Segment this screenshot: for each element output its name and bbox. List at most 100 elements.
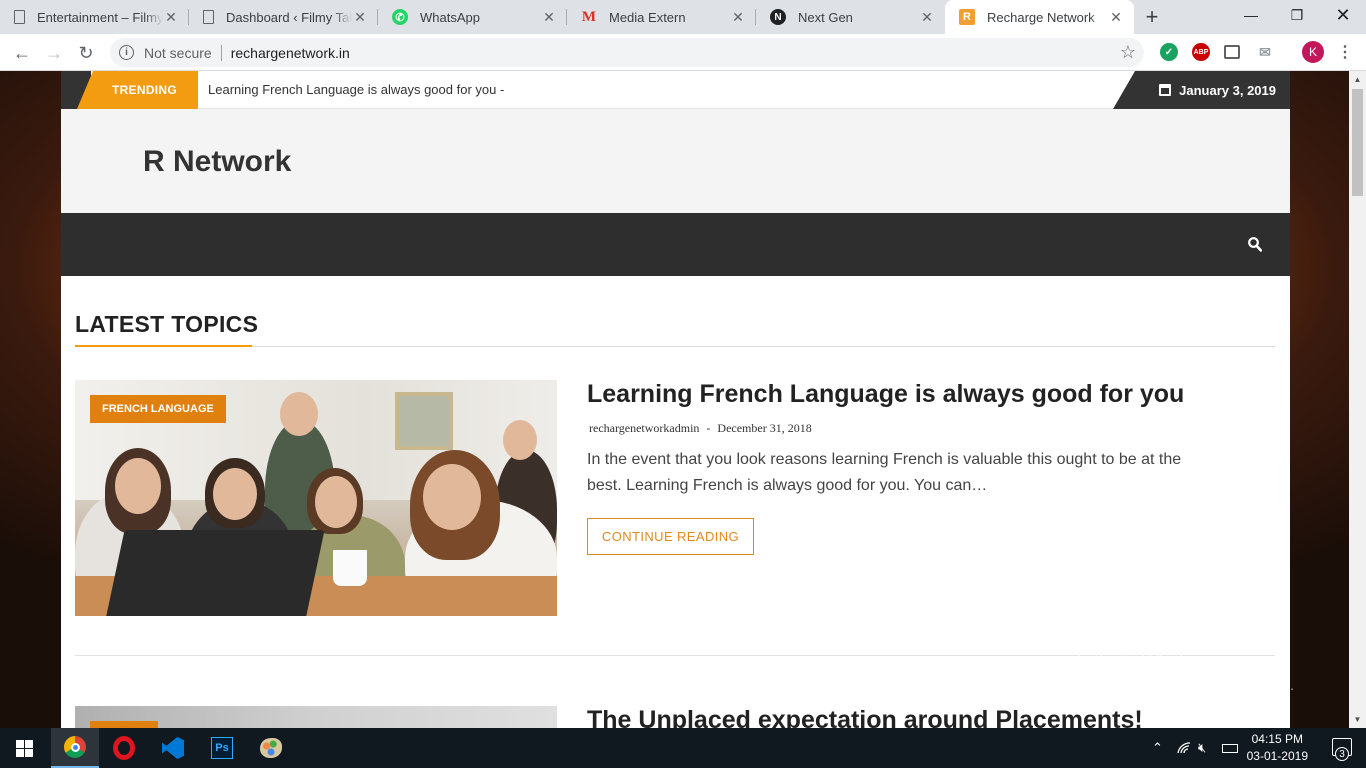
photo-laptop [105, 530, 325, 616]
adblock-icon[interactable]: ABP [1192, 43, 1210, 61]
post-author[interactable]: rechargenetworkadmin [589, 421, 699, 435]
battery-icon[interactable] [1222, 728, 1238, 768]
system-clock[interactable]: 04:15 PM 03-01-2019 [1247, 731, 1308, 765]
post-thumbnail[interactable] [75, 706, 557, 728]
notification-count: 3 [1335, 747, 1349, 761]
tab-title: WhatsApp [420, 9, 480, 25]
tab-title: Entertainment – Filmy Takies [37, 9, 163, 25]
opera-icon [113, 736, 135, 760]
tab-dashboard[interactable]: Dashboard ‹ Filmy Takies ✕ [189, 0, 378, 34]
forward-button[interactable]: → [40, 39, 68, 67]
tab-title: Dashboard ‹ Filmy Takies [226, 9, 352, 25]
new-tab-button[interactable]: + [1134, 0, 1170, 34]
close-icon[interactable]: ✕ [919, 9, 935, 25]
windows-logo-icon [15, 739, 33, 757]
post-meta: rechargenetworkadmin - December 31, 2018 [589, 421, 812, 436]
recharge-network-icon: R [959, 9, 975, 25]
network-icon[interactable] [1176, 728, 1192, 768]
menu-icon[interactable]: ⋮ [1336, 43, 1354, 61]
taskbar-chrome[interactable] [51, 728, 99, 768]
vertical-scrollbar[interactable]: ▲ ▼ [1349, 71, 1366, 728]
taskbar-vscode[interactable] [149, 728, 197, 768]
section-accent-line [75, 345, 252, 347]
close-icon[interactable]: ✕ [541, 9, 557, 25]
security-status: Not secure [144, 44, 212, 61]
url-text[interactable]: rechargenetwork.in [231, 45, 350, 61]
close-icon[interactable]: ✕ [1108, 9, 1124, 25]
watermark-title: Activate Windows [1073, 652, 1216, 672]
screenshot-extension-icon[interactable] [1224, 45, 1240, 59]
post-title[interactable]: Learning French Language is always good … [587, 380, 1184, 409]
close-icon[interactable]: ✕ [163, 9, 179, 25]
tab-recharge-network[interactable]: R Recharge Network ✕ [945, 0, 1134, 34]
photo-person-head [115, 458, 161, 514]
restore-button[interactable]: ❐ [1274, 0, 1320, 30]
category-badge[interactable] [90, 721, 158, 728]
taskbar-photoshop[interactable]: Ps [198, 728, 246, 768]
calendar-icon [1159, 84, 1172, 96]
chrome-icon [64, 736, 86, 758]
continue-reading-button[interactable]: CONTINUE READING [587, 518, 754, 555]
vscode-icon [162, 737, 184, 759]
tab-entertainment[interactable]: Entertainment – Filmy Takies ✕ [0, 0, 189, 34]
chevron-up-icon: ⌃ [1152, 740, 1163, 755]
section-title: LATEST TOPICS [75, 311, 259, 337]
bookmark-star-icon[interactable]: ☆ [1120, 42, 1136, 63]
site-title[interactable]: R Network [143, 145, 291, 179]
scroll-up-arrow-icon[interactable]: ▲ [1349, 71, 1366, 88]
volume-muted-icon[interactable]: 🔇︎ [1198, 728, 1206, 768]
info-icon[interactable]: i [119, 45, 134, 60]
address-bar[interactable]: i Not secure rechargenetwork.in ☆ [110, 38, 1144, 67]
back-button[interactable]: ← [8, 39, 36, 67]
photo-person-head [503, 420, 537, 460]
reload-button[interactable]: ↻ [72, 39, 100, 67]
close-icon[interactable]: ✕ [352, 9, 368, 25]
trending-label: TRENDING [77, 71, 198, 109]
document-icon [203, 10, 214, 24]
post-title[interactable]: The Unplaced expectation around Placemen… [587, 706, 1143, 728]
taskbar-paint[interactable] [247, 728, 295, 768]
show-hidden-icons-button[interactable]: ⌃ [1152, 728, 1163, 768]
date-box: January 3, 2019 [1113, 71, 1290, 109]
scrollbar-thumb[interactable] [1352, 89, 1363, 196]
browser-toolbar: ← → ↻ i Not secure rechargenetwork.in ☆ … [0, 34, 1366, 71]
clock-date: 03-01-2019 [1246, 749, 1308, 763]
tab-title: Next Gen [798, 9, 853, 25]
tab-next-gen[interactable]: N Next Gen ✕ [756, 0, 945, 34]
page-viewport: TRENDING Learning French Language is alw… [0, 71, 1349, 728]
post-excerpt: In the event that you look reasons learn… [587, 451, 1182, 494]
battery-shape [1222, 743, 1238, 753]
tab-media-extern[interactable]: M Media Extern ✕ [567, 0, 756, 34]
minimize-button[interactable]: — [1228, 0, 1274, 30]
main-navbar [61, 213, 1290, 276]
paint-icon [260, 738, 282, 758]
notification-icon[interactable]: 3 [1332, 738, 1352, 761]
post-thumbnail[interactable]: FRENCH LANGUAGE [75, 380, 557, 616]
photo-person-head [213, 468, 257, 520]
tab-whatsapp[interactable]: ✆ WhatsApp ✕ [378, 0, 567, 34]
meta-separator: - [706, 421, 711, 435]
photo-wall-frame [395, 392, 453, 450]
gmail-icon: M [581, 8, 597, 25]
search-icon[interactable] [1248, 237, 1262, 253]
photo-person-head [423, 464, 481, 530]
mail-extension-icon[interactable]: ✉ [1256, 43, 1274, 61]
nextgen-icon: N [770, 9, 786, 25]
clock-time: 04:15 PM [1251, 732, 1303, 746]
windows-taskbar: Ps ⌃ 🔇︎ 04:15 PM 03-01-2019 3 [0, 728, 1366, 768]
profile-avatar[interactable]: K [1302, 41, 1324, 63]
site-container: TRENDING Learning French Language is alw… [61, 71, 1290, 728]
taskbar-opera[interactable] [100, 728, 148, 768]
scroll-down-arrow-icon[interactable]: ▼ [1349, 711, 1366, 728]
current-date: January 3, 2019 [1179, 82, 1276, 98]
check-extension-icon[interactable]: ✓ [1160, 43, 1178, 61]
start-button[interactable] [0, 728, 48, 768]
site-header: R Network [61, 109, 1290, 213]
photoshop-icon: Ps [211, 737, 233, 759]
tab-title: Media Extern [609, 9, 686, 25]
close-window-button[interactable]: ✕ [1320, 0, 1366, 30]
trending-link[interactable]: Learning French Language is always good … [208, 82, 504, 97]
close-icon[interactable]: ✕ [730, 9, 746, 25]
category-badge[interactable]: FRENCH LANGUAGE [90, 395, 226, 423]
post-date[interactable]: December 31, 2018 [717, 421, 811, 435]
